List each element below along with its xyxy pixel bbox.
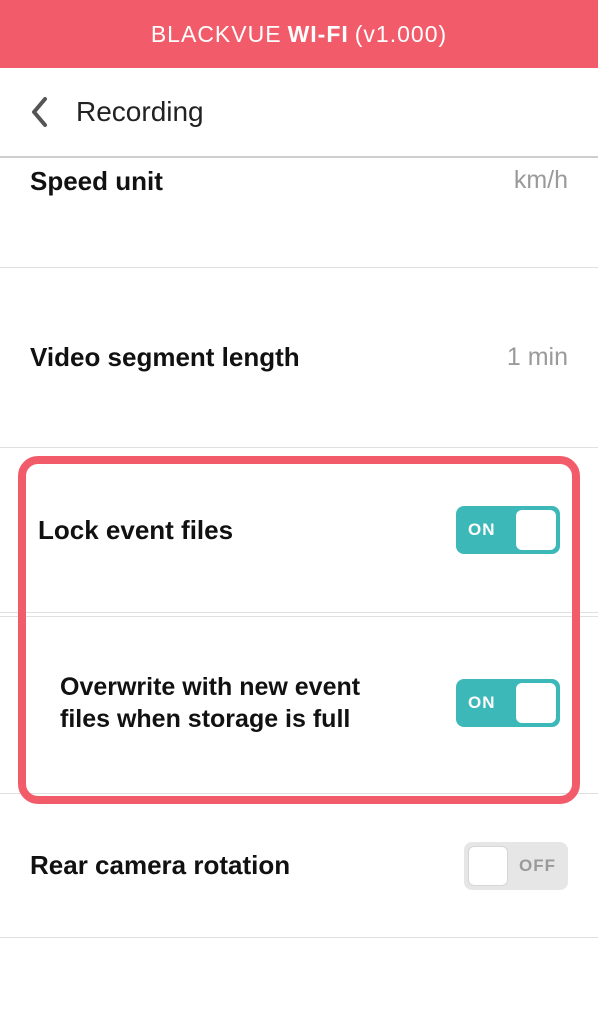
rear-rotation-row: Rear camera rotation OFF bbox=[0, 793, 598, 938]
overwrite-toggle[interactable]: ON bbox=[456, 679, 560, 727]
speed-unit-label: Speed unit bbox=[30, 166, 163, 197]
chevron-left-icon bbox=[30, 96, 48, 128]
lock-event-label: Lock event files bbox=[38, 515, 233, 546]
segment-length-value: 1 min bbox=[507, 343, 568, 372]
header-brand: BLACKVUE bbox=[151, 21, 282, 48]
speed-unit-row[interactable]: Speed unit km/h bbox=[0, 158, 598, 268]
overwrite-label: Overwrite with new event files when stor… bbox=[60, 671, 400, 736]
page-title: Recording bbox=[76, 96, 204, 128]
rear-rotation-label: Rear camera rotation bbox=[30, 850, 290, 881]
segment-length-row[interactable]: Video segment length 1 min bbox=[0, 268, 598, 448]
header-product: WI-FI bbox=[288, 21, 349, 48]
header-version: (v1.000) bbox=[355, 21, 447, 48]
speed-unit-value: km/h bbox=[514, 166, 568, 195]
toggle-knob bbox=[468, 846, 508, 886]
segment-length-label: Video segment length bbox=[30, 342, 300, 373]
nav-bar: Recording bbox=[0, 68, 598, 158]
app-header: BLACKVUE WI-FI (v1.000) bbox=[0, 0, 598, 68]
toggle-on-text: ON bbox=[468, 693, 496, 713]
back-button[interactable] bbox=[28, 94, 50, 130]
toggle-on-text: ON bbox=[468, 520, 496, 540]
settings-list: Speed unit km/h Video segment length 1 m… bbox=[0, 158, 598, 938]
overwrite-row: Overwrite with new event files when stor… bbox=[0, 613, 598, 793]
lock-event-row: Lock event files ON bbox=[0, 448, 598, 613]
toggle-knob bbox=[516, 683, 556, 723]
rear-rotation-toggle[interactable]: OFF bbox=[464, 842, 568, 890]
divider bbox=[0, 616, 598, 617]
lock-event-toggle[interactable]: ON bbox=[456, 506, 560, 554]
toggle-off-text: OFF bbox=[519, 856, 556, 876]
toggle-knob bbox=[516, 510, 556, 550]
